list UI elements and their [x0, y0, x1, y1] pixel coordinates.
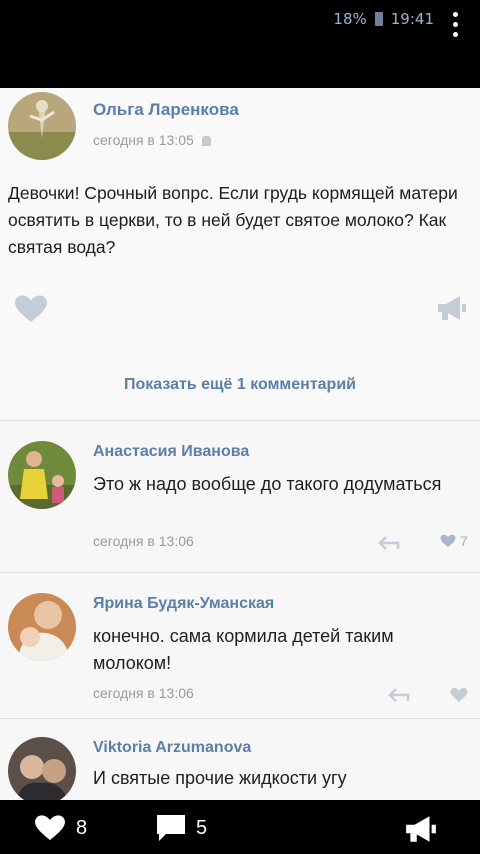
likes-count: 8	[76, 816, 88, 839]
avatar[interactable]	[8, 737, 76, 800]
comment-time: сегодня в 13:06	[93, 533, 194, 549]
comment-time: сегодня в 13:06	[93, 685, 194, 701]
comment-like[interactable]: 7	[440, 533, 468, 549]
comment-icon	[157, 815, 185, 841]
post-time: сегодня в 13:05	[93, 132, 211, 148]
likes-button[interactable]: 8	[34, 814, 87, 842]
comment: Viktoria Arzumanova И святые прочие жидк…	[0, 718, 480, 800]
comment-text: И святые прочие жидкости угу	[93, 768, 347, 788]
post-author[interactable]: Ольга Ларенкова	[93, 100, 239, 120]
comment: Анастасия Иванова Это ж надо вообще до т…	[0, 420, 480, 572]
megaphone-icon[interactable]	[436, 294, 468, 322]
heart-icon[interactable]	[14, 294, 48, 324]
clock: 19:41	[390, 10, 434, 28]
megaphone-icon	[406, 816, 436, 842]
post-time-text: сегодня в 13:05	[93, 132, 194, 148]
reply-icon[interactable]	[388, 687, 410, 703]
post-text: Девочки! Срочный вопрс. Если грудь кормя…	[8, 183, 458, 257]
comment-author[interactable]: Ярина Будяк-Уманская	[93, 595, 274, 613]
comment-like-count: 7	[460, 533, 468, 549]
share-button[interactable]	[404, 814, 438, 844]
comment-author[interactable]: Viktoria Arzumanova	[93, 739, 251, 757]
avatar[interactable]	[8, 92, 76, 160]
comment: Ярина Будяк-Уманская конечно. сама корми…	[0, 572, 480, 718]
bottom-action-bar: 8 5	[0, 800, 480, 854]
battery-percent: 18%	[333, 10, 367, 28]
reply-icon[interactable]	[378, 535, 400, 551]
status-bar: 18% 19:41	[0, 0, 480, 88]
show-more-comments-link[interactable]: Показать ещё 1 комментарий	[0, 358, 480, 418]
comments-button[interactable]: 5	[156, 814, 207, 842]
comment-text: конечно. сама кормила детей таким молоко…	[93, 626, 394, 673]
comments-count: 5	[196, 816, 208, 839]
android-icon	[201, 136, 211, 146]
overflow-menu-icon[interactable]	[453, 12, 458, 37]
heart-icon	[35, 815, 65, 841]
avatar[interactable]	[8, 441, 76, 509]
heart-icon	[440, 534, 456, 548]
content-sheet: Ольга Ларенкова сегодня в 13:05 Девочки!…	[0, 88, 480, 800]
battery-icon	[374, 12, 383, 26]
heart-icon[interactable]	[450, 687, 468, 703]
avatar[interactable]	[8, 593, 76, 661]
comment-text: Это ж надо вообще до такого додуматься	[93, 474, 442, 494]
status-indicators: 18% 19:41	[333, 10, 434, 28]
comment-author[interactable]: Анастасия Иванова	[93, 443, 249, 461]
